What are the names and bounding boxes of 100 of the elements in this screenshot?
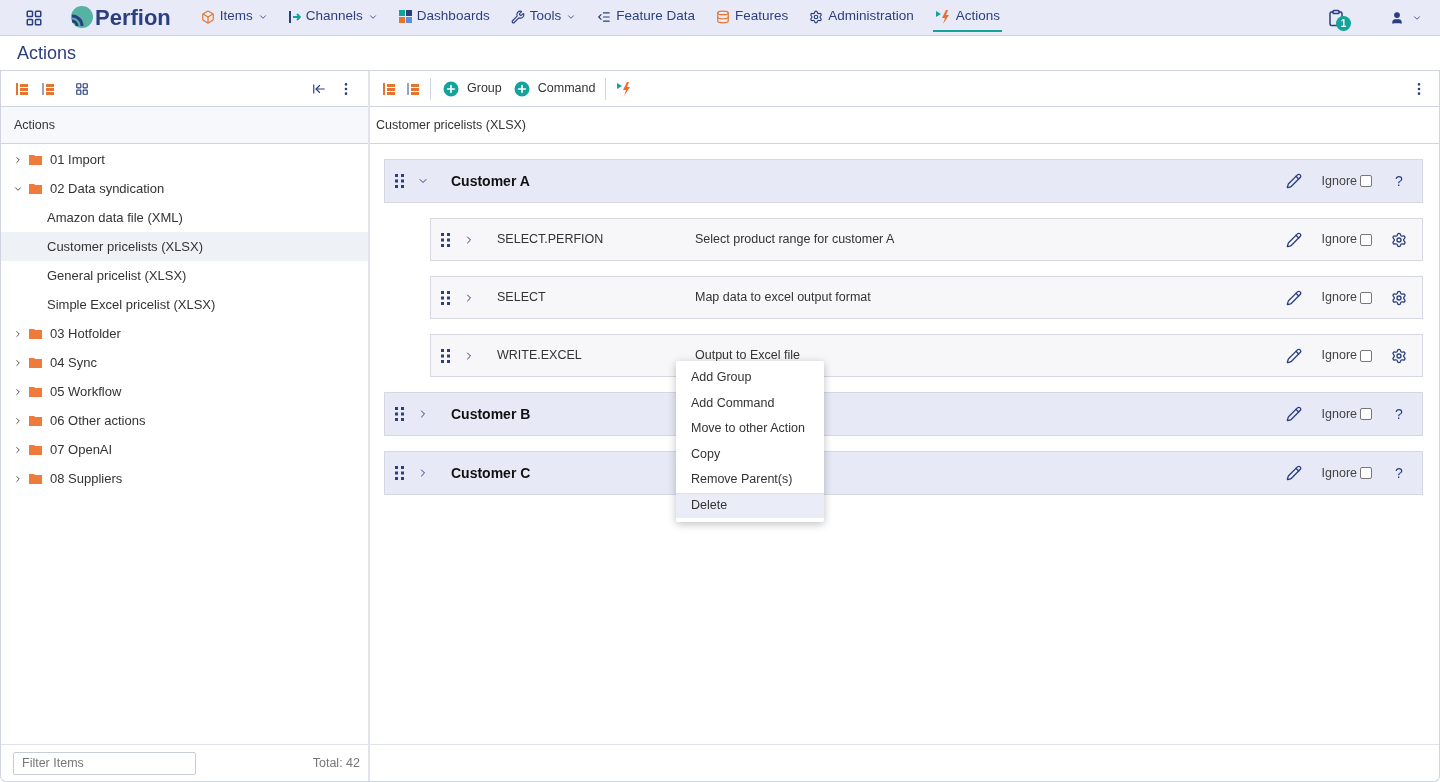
tree-item[interactable]: Customer pricelists (XLSX) xyxy=(1,232,368,261)
chevron-right-icon[interactable] xyxy=(13,473,23,484)
group-name: Customer C xyxy=(451,463,531,483)
command-row[interactable]: SELECT Map data to excel output format Ignore xyxy=(430,276,1423,319)
ignore-checkbox[interactable] xyxy=(1360,233,1372,246)
nav-tab[interactable]: Dashboards xyxy=(396,3,492,32)
ignore-checkbox[interactable] xyxy=(1360,349,1372,362)
user-icon[interactable] xyxy=(1390,10,1404,25)
breadcrumb: Customer pricelists (XLSX) xyxy=(376,116,527,134)
chevron-right-icon[interactable] xyxy=(13,154,23,165)
gear-icon[interactable] xyxy=(1391,231,1407,248)
edit-icon[interactable] xyxy=(1285,347,1302,364)
page-title: Actions xyxy=(17,41,77,65)
folder-icon xyxy=(29,386,42,397)
command-description: Map data to excel output format xyxy=(695,289,871,307)
chevron-right-icon[interactable] xyxy=(13,415,23,426)
gear-icon xyxy=(809,9,824,24)
nav-tab[interactable]: Actions xyxy=(932,3,1003,32)
ignore-checkbox[interactable] xyxy=(1360,291,1372,304)
ignore-checkbox[interactable] xyxy=(1360,408,1372,420)
tree-item[interactable]: 08 Suppliers xyxy=(1,464,368,493)
menu-item[interactable]: Add Command xyxy=(676,390,824,416)
ignore-checkbox[interactable] xyxy=(1360,467,1372,479)
menu-item[interactable]: Remove Parent(s) xyxy=(676,467,824,493)
group-row[interactable]: Customer A Ignore ? xyxy=(384,159,1423,203)
tree-item[interactable]: Simple Excel pricelist (XLSX) xyxy=(1,290,368,319)
tree-item[interactable]: 05 Workflow xyxy=(1,377,368,406)
tree-item[interactable]: General pricelist (XLSX) xyxy=(1,261,368,290)
nav-tab[interactable]: Channels xyxy=(286,3,380,32)
dashboard-icon xyxy=(398,10,412,23)
help-icon[interactable]: ? xyxy=(1395,403,1403,425)
tree-item[interactable]: 01 Import xyxy=(1,145,368,174)
expand-tree-icon[interactable] xyxy=(406,81,420,96)
folder-icon xyxy=(29,154,42,165)
tree-item[interactable]: 03 Hotfolder xyxy=(1,319,368,348)
drag-handle-icon[interactable] xyxy=(395,407,405,421)
ignore-label: Ignore xyxy=(1321,289,1357,307)
menu-item[interactable]: Delete xyxy=(676,492,824,518)
wrench-icon xyxy=(510,9,525,24)
app-menu-icon[interactable] xyxy=(25,8,43,27)
folder-icon xyxy=(29,357,42,368)
folder-icon xyxy=(29,183,42,194)
drag-handle-icon[interactable] xyxy=(441,232,451,247)
edit-icon[interactable] xyxy=(1285,465,1302,481)
edit-icon[interactable] xyxy=(1285,173,1302,189)
edit-icon[interactable] xyxy=(1285,406,1302,422)
gear-icon[interactable] xyxy=(1391,289,1407,306)
logo-text: Perfion xyxy=(95,4,171,32)
nav-tab[interactable]: Tools xyxy=(508,3,579,32)
ignore-label: Ignore xyxy=(1321,231,1357,249)
nav-tab[interactable]: Features xyxy=(713,3,791,32)
chevron-right-icon[interactable] xyxy=(13,444,23,455)
drag-handle-icon[interactable] xyxy=(441,290,451,305)
channel-icon xyxy=(288,10,301,23)
edit-icon[interactable] xyxy=(1285,231,1302,248)
ignore-label: Ignore xyxy=(1321,464,1357,482)
add-group-button[interactable]: Group xyxy=(441,78,502,99)
add-command-button[interactable]: Command xyxy=(511,78,596,99)
folder-icon xyxy=(29,473,42,484)
plus-icon xyxy=(441,78,461,99)
database-icon xyxy=(715,9,730,24)
command-name: SELECT xyxy=(497,289,547,307)
chevron-right-icon[interactable] xyxy=(13,357,23,368)
drag-handle-icon[interactable] xyxy=(395,466,405,480)
ignore-label: Ignore xyxy=(1321,172,1357,190)
collapse-tree-icon[interactable] xyxy=(15,81,29,96)
command-description: Select product range for customer A xyxy=(695,231,895,249)
folder-icon xyxy=(29,444,42,455)
notification-badge: 1 xyxy=(1336,15,1351,31)
panel-header: Actions xyxy=(14,116,55,134)
tree-item[interactable]: Amazon data file (XML) xyxy=(1,203,368,232)
group-name: Customer A xyxy=(451,171,530,191)
group-name: Customer B xyxy=(451,404,531,424)
action-icon xyxy=(934,9,951,24)
tree-item[interactable]: 06 Other actions xyxy=(1,406,368,435)
gear-icon[interactable] xyxy=(1391,347,1407,364)
folder-icon xyxy=(29,328,42,339)
filter-input-field[interactable]: Filter Items xyxy=(13,751,196,775)
chevron-right-icon[interactable] xyxy=(13,328,23,339)
tree-item[interactable]: 04 Sync xyxy=(1,348,368,377)
chevron-right-icon[interactable] xyxy=(13,386,23,397)
help-icon[interactable]: ? xyxy=(1395,170,1403,192)
collapse-panel-icon[interactable] xyxy=(312,81,326,96)
ignore-checkbox[interactable] xyxy=(1360,175,1372,187)
drag-handle-icon[interactable] xyxy=(395,174,405,188)
collapse-tree-icon[interactable] xyxy=(382,81,396,96)
tree-item[interactable]: 07 OpenAI xyxy=(1,435,368,464)
nav-tab[interactable]: Feature Data xyxy=(595,3,697,32)
tree-item[interactable]: 02 Data syndication xyxy=(1,174,368,203)
command-row[interactable]: SELECT.PERFION Select product range for customer A Ignore xyxy=(430,218,1423,261)
edit-icon[interactable] xyxy=(1285,289,1302,306)
run-action-icon xyxy=(616,81,633,96)
nav-tab[interactable]: Items xyxy=(198,3,270,32)
drag-handle-icon[interactable] xyxy=(441,348,451,363)
help-icon[interactable]: ? xyxy=(1395,462,1403,484)
nav-tab[interactable]: Administration xyxy=(807,3,916,32)
grid-view-icon[interactable] xyxy=(75,81,89,96)
command-name: SELECT.PERFION xyxy=(497,231,605,249)
cube-icon xyxy=(200,9,215,24)
expand-tree-icon[interactable] xyxy=(41,81,55,96)
